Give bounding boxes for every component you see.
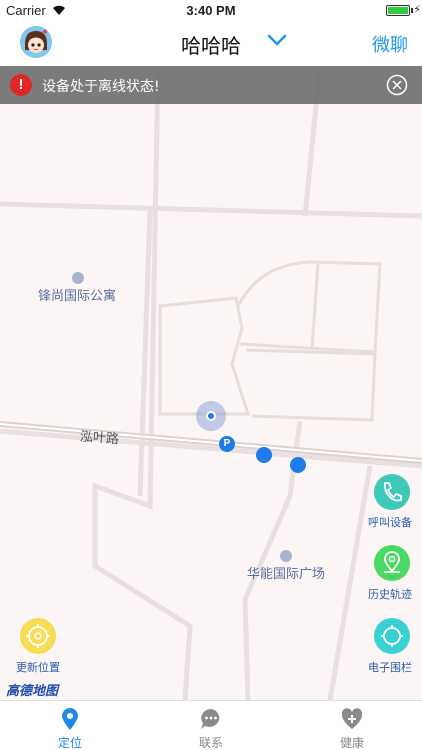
device-location-marker[interactable] [196,401,226,431]
tab-label: 健康 [339,736,364,750]
call-device-button[interactable] [374,474,410,510]
poi-label[interactable]: 华能国际广场 [247,563,325,582]
offline-alert-banner: ! 设备处于离线状态! [0,66,422,104]
poi-label[interactable]: 锋尚国际公寓 [38,285,116,304]
apartment-poi-icon [72,272,84,284]
crosshair-icon [26,624,50,648]
chevron-down-icon[interactable] [266,32,288,48]
tab-health[interactable]: 健康 [282,701,422,750]
bus-stop-icon [290,457,306,473]
target-icon [381,625,403,647]
nav-bar: 哈哈哈 微聊 [0,22,422,66]
close-icon[interactable] [386,74,408,96]
tab-contacts[interactable]: 联系 [141,701,281,750]
status-time: 3:40 PM [186,3,236,18]
heart-plus-icon [341,708,363,729]
device-name-title[interactable]: 哈哈哈 [181,34,241,58]
call-device-label: 呼叫设备 [368,516,412,529]
history-track-button[interactable] [374,545,410,581]
battery-icon [386,5,410,16]
chat-bubble-icon [201,709,220,729]
road-label: 泓叶路 [79,429,120,448]
history-track-label: 历史轨迹 [368,588,412,601]
map-view[interactable]: 锋尚国际公寓 华能国际广场 泓叶路 P 呼叫设备 历史轨迹 电子围栏 更新位置 [0,66,422,700]
geofence-button[interactable] [374,618,410,654]
tab-label: 联系 [198,736,223,750]
warning-icon: ! [10,74,32,96]
refresh-location-label: 更新位置 [16,661,60,674]
tab-bar: 定位 联系 健康 [0,700,422,750]
map-roads [0,66,422,700]
bus-stop-icon [256,447,272,463]
offline-alert-message: 设备处于离线状态! [42,79,160,95]
charging-icon: ⚡ [413,3,421,16]
refresh-location-button[interactable] [20,618,56,654]
chat-button[interactable]: 微聊 [372,31,408,57]
amap-logo: 高德地图 [6,684,59,699]
phone-icon [383,482,402,502]
map-pin-icon [384,551,400,573]
tab-label: 定位 [57,736,82,750]
location-pin-icon [62,708,78,730]
plaza-poi-icon [280,550,292,562]
tab-location[interactable]: 定位 [0,701,140,750]
status-bar: Carrier 3:40 PM ⚡ [0,0,422,22]
geofence-label: 电子围栏 [368,661,412,674]
parking-icon: P [219,436,235,452]
